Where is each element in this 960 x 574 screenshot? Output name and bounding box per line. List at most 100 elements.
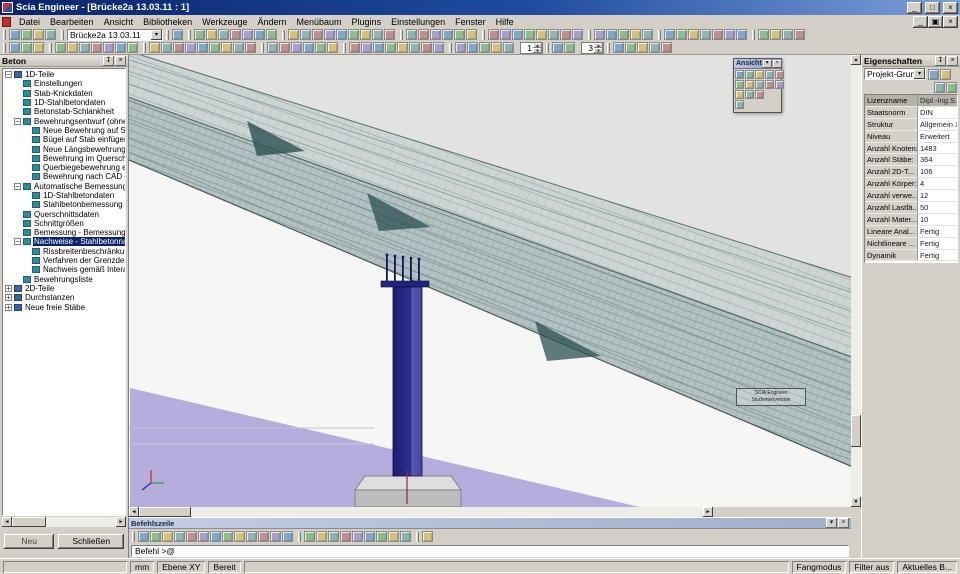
toolbar-icon[interactable]: [400, 531, 411, 542]
tree-item[interactable]: Verfahren der Grenzdehnungen: [3, 256, 125, 265]
property-value[interactable]: 12: [918, 190, 957, 202]
toolbar-icon[interactable]: [606, 29, 617, 40]
status-filter[interactable]: Filter aus: [849, 561, 894, 573]
toolbar-icon[interactable]: [536, 29, 547, 40]
toolbar-icon[interactable]: [300, 29, 311, 40]
toolbar-icon[interactable]: [433, 42, 444, 53]
toolbar-icon[interactable]: [246, 531, 257, 542]
property-row[interactable]: Staatsnorm DIN: [865, 107, 957, 119]
spin-down-icon[interactable]: ▼: [533, 48, 542, 53]
toolbar-icon[interactable]: [479, 42, 490, 53]
toolbar-icon[interactable]: [552, 42, 563, 53]
toolbar-icon[interactable]: [162, 531, 173, 542]
toolbar-icon[interactable]: [572, 29, 583, 40]
toolbar-icon[interactable]: [234, 531, 245, 542]
property-row[interactable]: Anzahl Knoten: 1483: [865, 143, 957, 155]
toolbar-icon[interactable]: [712, 29, 723, 40]
toolbar-icon[interactable]: [755, 80, 764, 89]
toolbar-icon[interactable]: [735, 80, 744, 89]
scroll-up-icon[interactable]: ▲: [851, 55, 861, 65]
toolbar-icon[interactable]: [340, 531, 351, 542]
toolbar-icon[interactable]: [185, 42, 196, 53]
toolbar-icon[interactable]: [548, 29, 559, 40]
filter-icon[interactable]: [928, 69, 939, 80]
tree-item[interactable]: Stahlbetonbemessung: [3, 200, 125, 209]
toolbar-icon[interactable]: [218, 29, 229, 40]
chevron-down-icon[interactable]: ▾: [151, 30, 162, 40]
toolbar-icon[interactable]: [455, 42, 466, 53]
toolbar-icon[interactable]: [245, 42, 256, 53]
toolbar-icon[interactable]: [409, 42, 420, 53]
tree-item[interactable]: Stab-Knickdaten: [3, 89, 125, 98]
toolbar-icon[interactable]: [336, 29, 347, 40]
toolbar-icon[interactable]: [360, 29, 371, 40]
mdi-close-button[interactable]: ×: [943, 16, 958, 28]
tree-item[interactable]: 1D-Stahlbetondaten: [3, 98, 125, 107]
toolbar-icon[interactable]: [735, 100, 744, 109]
toolbar-icon[interactable]: [376, 531, 387, 542]
scrollbar-thumb[interactable]: [851, 415, 861, 447]
pin-icon[interactable]: ↧: [103, 56, 114, 66]
toolbar-icon[interactable]: [33, 42, 44, 53]
close-panel-button[interactable]: Schließen: [58, 534, 124, 549]
tree-item[interactable]: Neue Bewehrung auf Stab: [3, 126, 125, 135]
menu-item[interactable]: Werkzeuge: [197, 16, 252, 28]
toolbar-icon[interactable]: [9, 42, 20, 53]
toolbar-icon[interactable]: [21, 29, 32, 40]
toolbar-icon[interactable]: [115, 42, 126, 53]
toolbar-icon[interactable]: [55, 42, 66, 53]
toolbar-icon[interactable]: [661, 42, 672, 53]
toolbar-icon[interactable]: [258, 531, 269, 542]
status-current-layer[interactable]: Aktuelles B...: [897, 561, 957, 573]
toolbar-icon[interactable]: [782, 29, 793, 40]
toolbar-icon[interactable]: [149, 42, 160, 53]
tree-item[interactable]: Querbiegebewehrung einfügen: [3, 163, 125, 172]
tree-expander-icon[interactable]: [5, 294, 12, 301]
spin-down-icon[interactable]: ▼: [594, 48, 603, 53]
toolbar-icon[interactable]: [349, 42, 360, 53]
toolbar-icon[interactable]: [406, 29, 417, 40]
toolbar-icon[interactable]: [172, 29, 183, 40]
help-icon[interactable]: [940, 69, 951, 80]
toolbar-icon[interactable]: [233, 42, 244, 53]
toolbar-icon[interactable]: [488, 29, 499, 40]
status-units[interactable]: mm: [130, 561, 154, 573]
toolbar-icon[interactable]: [138, 531, 149, 542]
toolbar-icon[interactable]: [373, 42, 384, 53]
scroll-right-icon[interactable]: ►: [703, 507, 713, 517]
toolbar-icon[interactable]: [254, 29, 265, 40]
toolbar-icon[interactable]: [664, 29, 675, 40]
tree-horizontal-scrollbar[interactable]: ◄ ►: [2, 517, 126, 527]
toolbar-icon[interactable]: [613, 42, 624, 53]
toolbar-icon[interactable]: [21, 42, 32, 53]
toolbar-icon[interactable]: [466, 29, 477, 40]
toolbar-icon[interactable]: [765, 70, 774, 79]
pier-foundation[interactable]: [355, 476, 461, 507]
minimize-button[interactable]: _: [907, 2, 922, 14]
tree-item[interactable]: Betonstab-Schlankheit: [3, 107, 125, 116]
toolbar-icon[interactable]: [206, 29, 217, 40]
toolbar-icon[interactable]: [430, 29, 441, 40]
toolbar-icon[interactable]: [755, 70, 764, 79]
scroll-left-icon[interactable]: ◄: [2, 517, 12, 527]
toolbar-icon[interactable]: [736, 29, 747, 40]
refresh-icon[interactable]: [946, 82, 957, 93]
command-panel-header[interactable]: Befehlszeile ▾ ×: [129, 518, 851, 529]
tree-item[interactable]: Rissbreitenbeschränkung: [3, 247, 125, 256]
toolbar-icon[interactable]: [642, 29, 653, 40]
toolbar-icon[interactable]: [422, 531, 433, 542]
toolbar-icon[interactable]: [491, 42, 502, 53]
toolbar-icon[interactable]: [270, 531, 281, 542]
menu-item[interactable]: Plugins: [347, 16, 387, 28]
toolbar-icon[interactable]: [186, 531, 197, 542]
toolbar-icon[interactable]: [524, 29, 535, 40]
toolbar-icon[interactable]: [442, 29, 453, 40]
chevron-down-icon[interactable]: ▾: [826, 518, 837, 528]
menu-item[interactable]: Ansicht: [99, 16, 139, 28]
project-combobox[interactable]: Brücke2a 13.03.11 ▾: [67, 29, 163, 41]
property-value[interactable]: Fertig: [918, 250, 957, 262]
toolbar-icon[interactable]: [242, 29, 253, 40]
close-icon[interactable]: ×: [115, 56, 126, 66]
tree-item[interactable]: Bügel auf Stab einfügen: [3, 135, 125, 144]
toolbar-icon[interactable]: [279, 42, 290, 53]
